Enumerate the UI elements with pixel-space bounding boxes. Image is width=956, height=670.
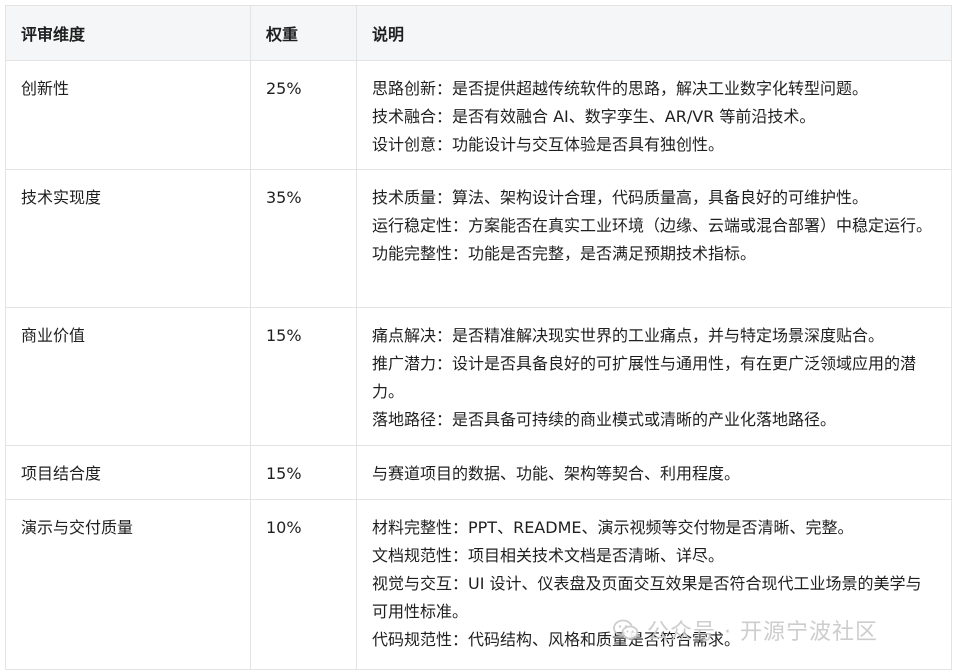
weight-cell: 10% — [250, 499, 357, 670]
description-line: 推广潜力：设计是否具备良好的可扩展性与通用性，有在更广泛领域应用的潜力。 — [372, 354, 917, 401]
header-dimension: 评审维度 — [5, 5, 251, 61]
table-header-row: 评审维度 权重 说明 — [5, 5, 952, 61]
description-line: 文档规范性：项目相关技术文档是否清晰、详尽。 — [372, 546, 725, 565]
watermark-text: 公众号 · 开源宁波社区 — [647, 620, 878, 645]
document-container: 评审维度 权重 说明 创新性 25% 思路创新：是否提供超越传统软件的思路，解决… — [5, 5, 952, 670]
dimension-cell: 创新性 — [5, 60, 251, 170]
table-row: 技术实现度 35% 技术质量：算法、架构设计合理，代码质量高，具备良好的可维护性… — [5, 169, 952, 308]
description-line: 技术质量：算法、架构设计合理，代码质量高，具备良好的可维护性。 — [372, 188, 869, 207]
description-line: 运行稳定性：方案能否在真实工业环境（边缘、云端或混合部署）中稳定运行。 — [372, 216, 933, 235]
dimension-cell: 演示与交付质量 — [5, 499, 251, 670]
weight-cell: 35% — [250, 169, 357, 308]
header-weight: 权重 — [250, 5, 357, 61]
header-description: 说明 — [356, 5, 952, 61]
weight-cell: 15% — [250, 307, 357, 446]
description-line: 材料完整性：PPT、README、演示视频等交付物是否清晰、完整。 — [372, 518, 854, 537]
table-row: 项目结合度 15% 与赛道项目的数据、功能、架构等契合、利用程度。 — [5, 445, 952, 500]
description-cell: 痛点解决：是否精准解决现实世界的工业痛点，并与特定场景深度贴合。 推广潜力：设计… — [356, 307, 952, 446]
table-row: 商业价值 15% 痛点解决：是否精准解决现实世界的工业痛点，并与特定场景深度贴合… — [5, 307, 952, 446]
description-line: 与赛道项目的数据、功能、架构等契合、利用程度。 — [372, 464, 741, 483]
description-cell: 思路创新：是否提供超越传统软件的思路，解决工业数字化转型问题。 技术融合：是否有… — [356, 60, 952, 170]
dimension-cell: 技术实现度 — [5, 169, 251, 308]
watermark: 公众号 · 开源宁波社区 — [613, 614, 878, 646]
description-line: 痛点解决：是否精准解决现实世界的工业痛点，并与特定场景深度贴合。 — [372, 326, 885, 345]
dimension-cell: 商业价值 — [5, 307, 251, 446]
table-row: 创新性 25% 思路创新：是否提供超越传统软件的思路，解决工业数字化转型问题。 … — [5, 60, 952, 170]
description-line: 思路创新：是否提供超越传统软件的思路，解决工业数字化转型问题。 — [372, 79, 869, 98]
dimension-cell: 项目结合度 — [5, 445, 251, 500]
evaluation-table: 评审维度 权重 说明 创新性 25% 思路创新：是否提供超越传统软件的思路，解决… — [5, 5, 952, 670]
wechat-logo-icon — [613, 619, 639, 641]
description-line: 技术融合：是否有效融合 AI、数字孪生、AR/VR 等前沿技术。 — [372, 107, 816, 126]
description-line: 功能完整性：功能是否完整，是否满足预期技术指标。 — [372, 244, 757, 263]
weight-cell: 25% — [250, 60, 357, 170]
description-line: 落地路径：是否具备可持续的商业模式或清晰的产业化落地路径。 — [372, 410, 837, 429]
description-line: 设计创意：功能设计与交互体验是否具有独创性。 — [372, 135, 725, 154]
description-cell: 与赛道项目的数据、功能、架构等契合、利用程度。 — [356, 445, 952, 500]
description-cell: 技术质量：算法、架构设计合理，代码质量高，具备良好的可维护性。 运行稳定性：方案… — [356, 169, 952, 308]
weight-cell: 15% — [250, 445, 357, 500]
